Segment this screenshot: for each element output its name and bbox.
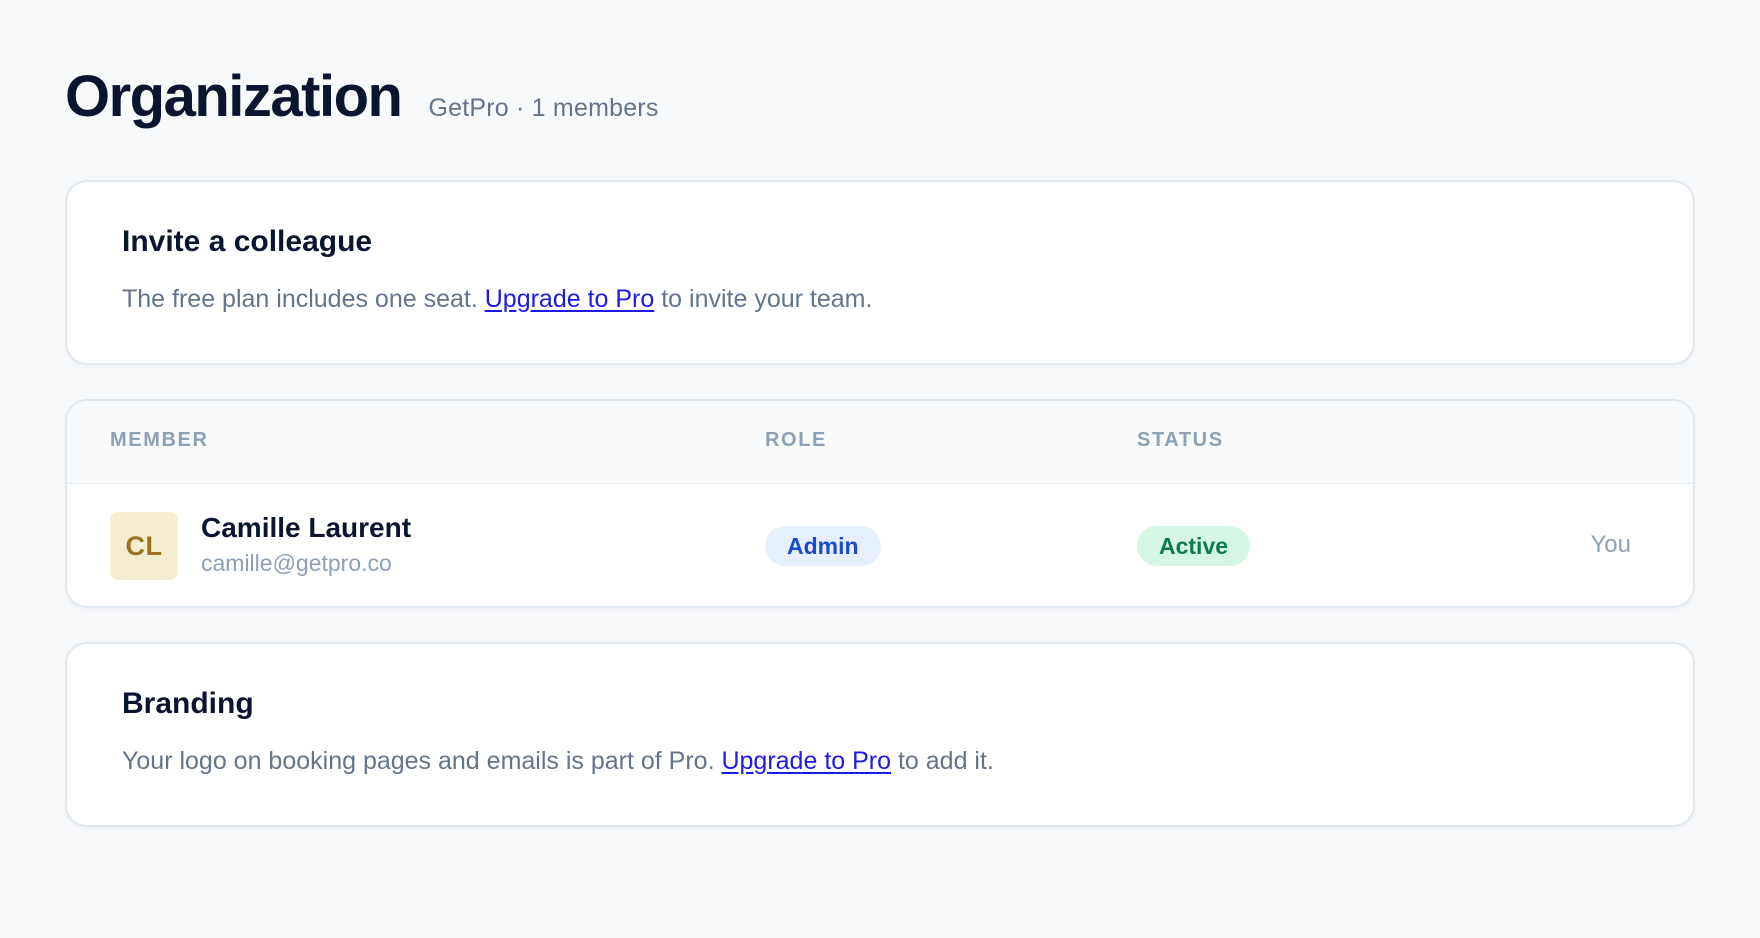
branding-card: Branding Your logo on booking pages and …	[65, 642, 1695, 827]
column-header-member: MEMBER	[110, 429, 209, 451]
column-header-status: STATUS	[1137, 429, 1224, 451]
members-table: MEMBER ROLE STATUS CL Camille Laurent ca…	[65, 399, 1695, 608]
invite-card: Invite a colleague The free plan include…	[65, 180, 1695, 365]
page-header: Organization GetPro · 1 members	[65, 68, 1695, 146]
invite-text-after: to invite your team.	[654, 285, 873, 313]
status-badge: Active	[1137, 526, 1251, 566]
branding-card-text: Your logo on booking pages and emails is…	[122, 746, 1638, 776]
branding-text-before: Your logo on booking pages and emails is…	[122, 747, 722, 775]
organization-page: Organization GetPro · 1 members Invite a…	[0, 0, 1760, 938]
table-row: CL Camille Laurent camille@getpro.co Adm…	[67, 484, 1693, 606]
invite-card-text: The free plan includes one seat. Upgrade…	[122, 284, 1638, 314]
invite-card-title: Invite a colleague	[122, 225, 373, 258]
avatar: CL	[110, 512, 178, 580]
members-table-header: MEMBER ROLE STATUS	[67, 401, 1693, 484]
current-user-label: You	[1590, 531, 1632, 558]
branding-upgrade-link[interactable]: Upgrade to Pro	[721, 747, 891, 775]
page-title: Organization	[65, 64, 403, 129]
member-name: Camille Laurent	[201, 512, 412, 543]
branding-text-after: to add it.	[891, 747, 994, 775]
page-subtitle: GetPro · 1 members	[428, 94, 659, 122]
role-badge: Admin	[765, 526, 881, 566]
invite-text-before: The free plan includes one seat.	[122, 285, 485, 313]
branding-card-title: Branding	[122, 687, 254, 720]
member-email: camille@getpro.co	[201, 550, 392, 576]
column-header-role: ROLE	[765, 429, 827, 451]
invite-upgrade-link[interactable]: Upgrade to Pro	[485, 285, 655, 313]
